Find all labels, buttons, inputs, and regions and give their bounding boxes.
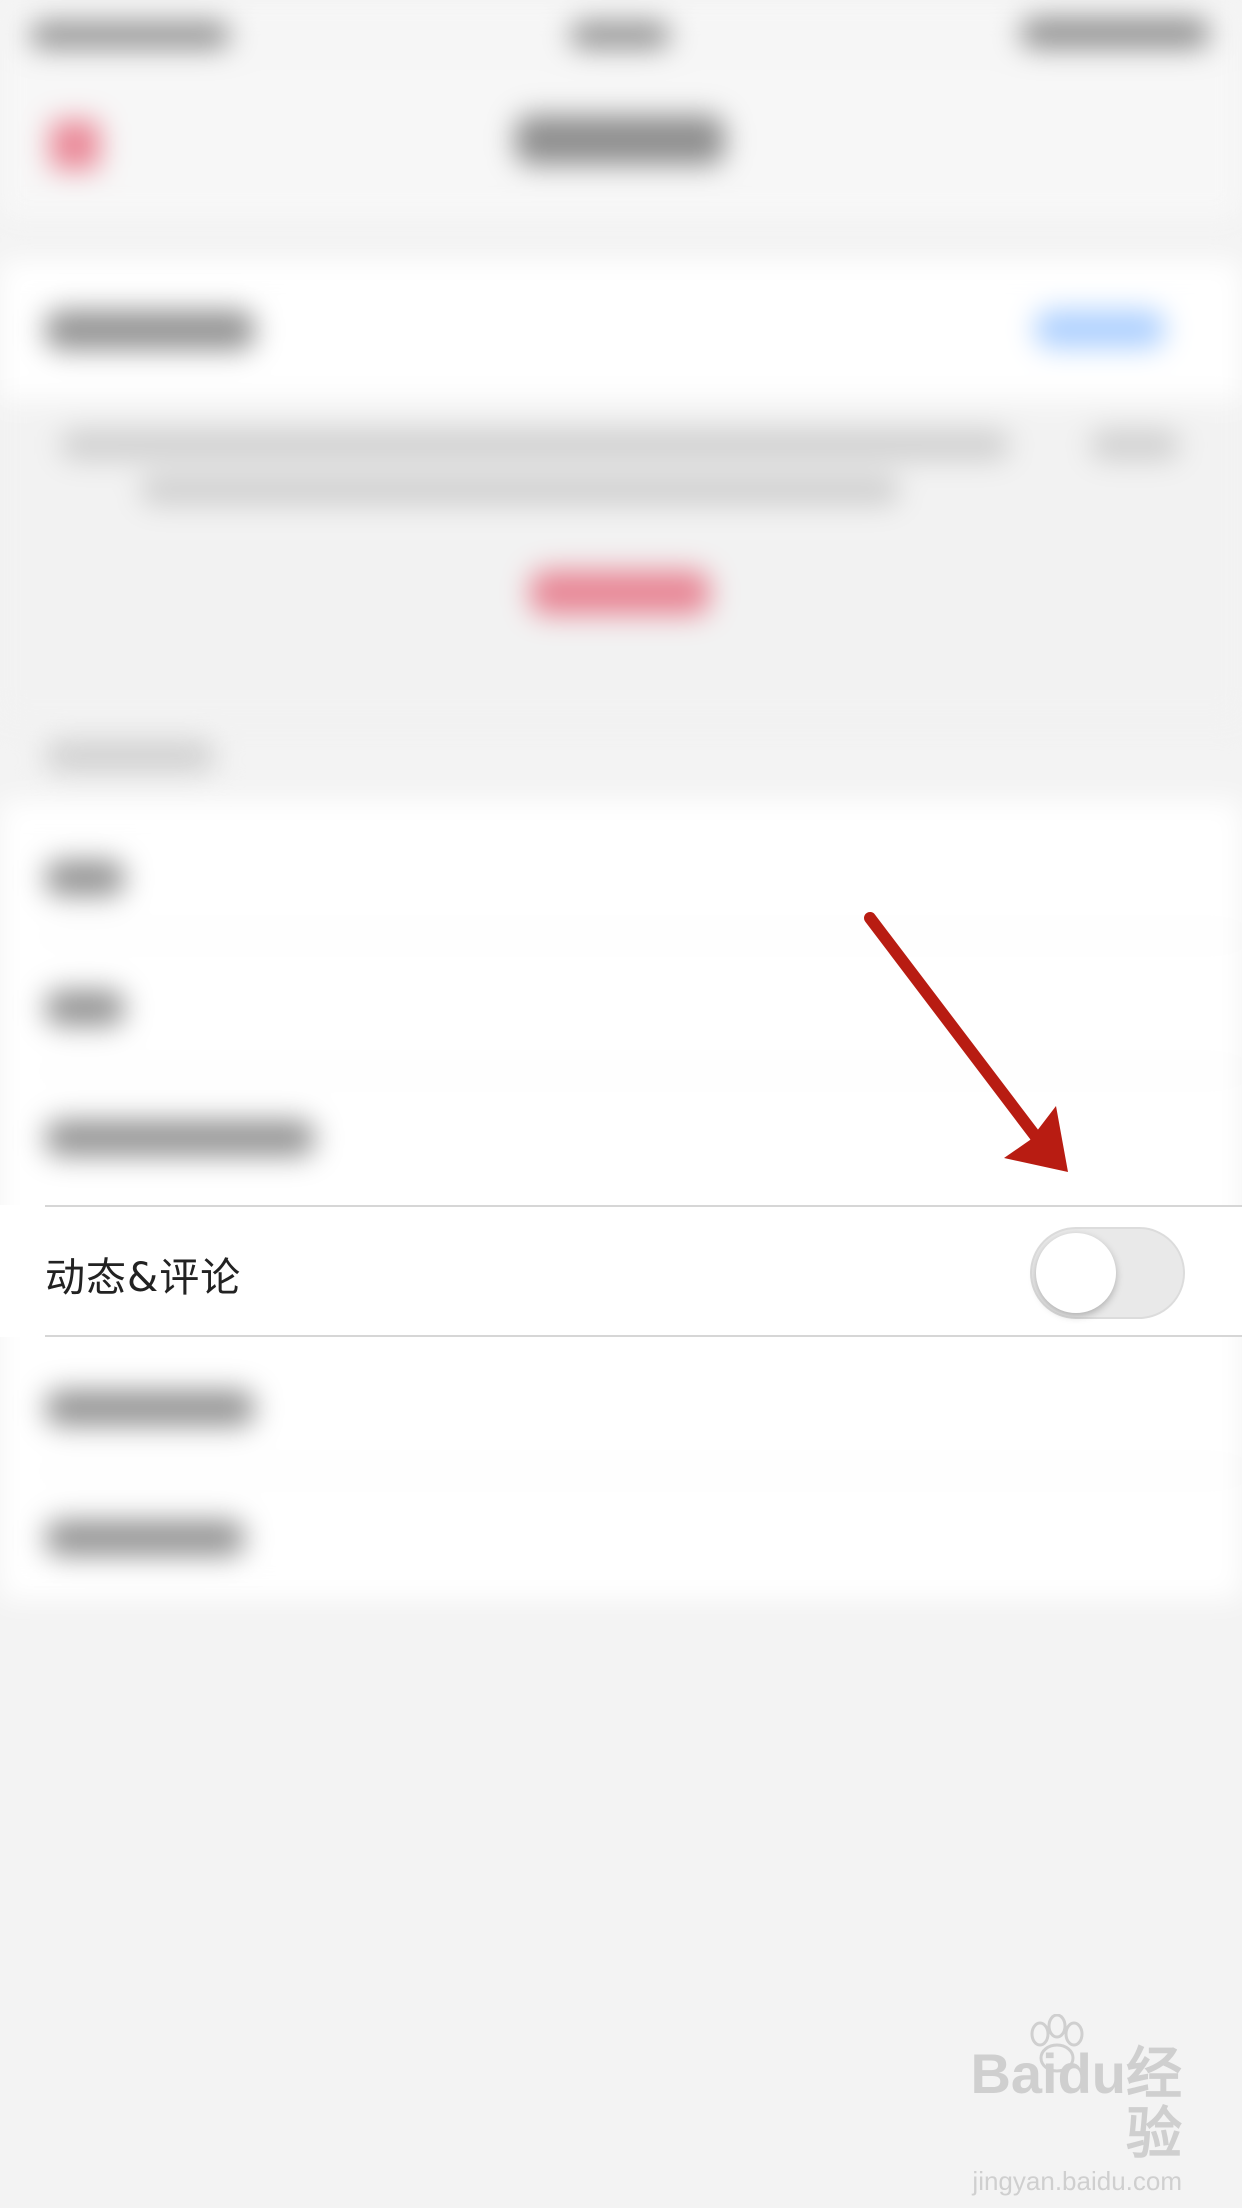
toggle-knob xyxy=(1036,1233,1116,1313)
blurred-notice xyxy=(0,400,1242,720)
blurred-section xyxy=(0,260,1242,400)
baidu-jingyan-watermark: Baidu经验 jingyan.baidu.com xyxy=(942,2014,1182,2196)
setting-row-dynamics-comments: 动态&评论 xyxy=(0,1205,1242,1337)
blurred-background xyxy=(0,0,1242,2208)
dynamics-comments-toggle[interactable] xyxy=(1030,1227,1185,1319)
row-divider-top xyxy=(45,1205,1242,1207)
annotation-arrow xyxy=(864,912,1068,1172)
watermark-url: jingyan.baidu.com xyxy=(972,2166,1182,2196)
status-bar xyxy=(0,0,1242,70)
navigation-bar xyxy=(0,70,1242,220)
row-divider-bottom xyxy=(45,1335,1242,1337)
setting-label: 动态&评论 xyxy=(45,1255,242,1301)
paw-icon xyxy=(1030,2014,1084,2073)
blurred-list xyxy=(0,800,1242,1600)
